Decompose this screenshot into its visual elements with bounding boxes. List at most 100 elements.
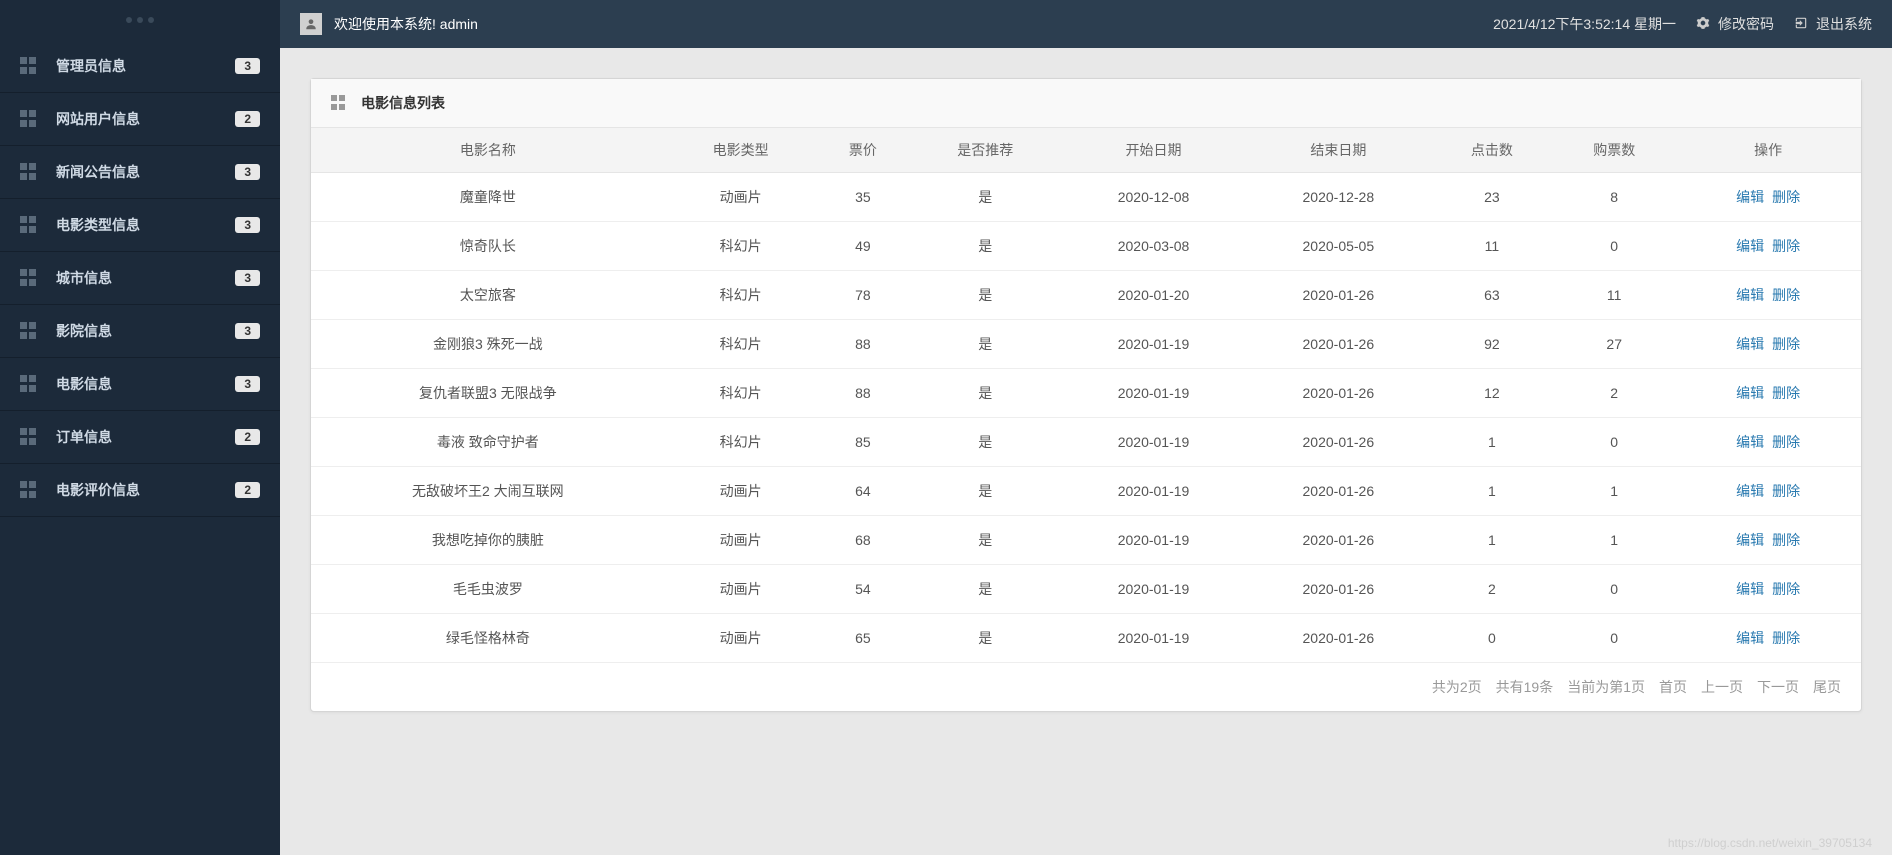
- delete-link[interactable]: 删除: [1772, 630, 1800, 646]
- cell: 2: [1553, 369, 1675, 418]
- delete-link[interactable]: 删除: [1772, 287, 1800, 303]
- cell: 0: [1553, 222, 1675, 271]
- cell: 1: [1553, 516, 1675, 565]
- sidebar-item-badge: 3: [235, 164, 260, 180]
- cell: 毒液 致命守护者: [311, 418, 665, 467]
- delete-link[interactable]: 删除: [1772, 532, 1800, 548]
- sidebar-item-badge: 3: [235, 217, 260, 233]
- main: 欢迎使用本系统! admin 2021/4/12下午3:52:14 星期一 修改…: [280, 0, 1892, 855]
- panel-title: 电影信息列表: [361, 93, 445, 113]
- cell: 2020-01-19: [1061, 467, 1246, 516]
- cell: 2020-01-19: [1061, 369, 1246, 418]
- cell: 2: [1431, 565, 1553, 614]
- cell: 0: [1553, 565, 1675, 614]
- delete-link[interactable]: 删除: [1772, 189, 1800, 205]
- table-row: 我想吃掉你的胰脏动画片68是2020-01-192020-01-2611编辑删除: [311, 516, 1861, 565]
- first-page-link[interactable]: 首页: [1659, 677, 1687, 697]
- action-cell: 编辑删除: [1675, 516, 1861, 565]
- cell: 是: [909, 418, 1061, 467]
- edit-link[interactable]: 编辑: [1736, 385, 1764, 401]
- grid-icon: [331, 95, 347, 111]
- total-items: 共有19条: [1496, 677, 1554, 697]
- sidebar-item-label: 电影信息: [56, 374, 235, 394]
- cell: 惊奇队长: [311, 222, 665, 271]
- table-row: 魔童降世动画片35是2020-12-082020-12-28238编辑删除: [311, 173, 1861, 222]
- column-header-8: 操作: [1675, 128, 1861, 173]
- edit-link[interactable]: 编辑: [1736, 336, 1764, 352]
- sidebar-item-label: 管理员信息: [56, 56, 235, 76]
- cell: 是: [909, 320, 1061, 369]
- logout-link[interactable]: 退出系统: [1794, 14, 1872, 34]
- header: 欢迎使用本系统! admin 2021/4/12下午3:52:14 星期一 修改…: [280, 0, 1892, 48]
- cell: 我想吃掉你的胰脏: [311, 516, 665, 565]
- column-header-0: 电影名称: [311, 128, 665, 173]
- sidebar-item-6[interactable]: 电影信息 3: [0, 358, 280, 411]
- sidebar-item-badge: 2: [235, 111, 260, 127]
- column-header-6: 点击数: [1431, 128, 1553, 173]
- edit-link[interactable]: 编辑: [1736, 238, 1764, 254]
- action-cell: 编辑删除: [1675, 222, 1861, 271]
- sidebar-item-7[interactable]: 订单信息 2: [0, 411, 280, 464]
- delete-link[interactable]: 删除: [1772, 238, 1800, 254]
- action-cell: 编辑删除: [1675, 467, 1861, 516]
- cell: 88: [817, 369, 910, 418]
- sidebar-item-label: 城市信息: [56, 268, 235, 288]
- cell: 动画片: [665, 467, 817, 516]
- cell: 27: [1553, 320, 1675, 369]
- cell: 是: [909, 565, 1061, 614]
- sidebar-item-3[interactable]: 电影类型信息 3: [0, 199, 280, 252]
- sidebar-item-4[interactable]: 城市信息 3: [0, 252, 280, 305]
- cell: 科幻片: [665, 222, 817, 271]
- grid-icon: [20, 481, 38, 499]
- sidebar: 管理员信息 3 网站用户信息 2 新闻公告信息 3 电影类型信息 3 城市信息 …: [0, 0, 280, 855]
- grid-icon: [20, 428, 38, 446]
- column-header-4: 开始日期: [1061, 128, 1246, 173]
- last-page-link[interactable]: 尾页: [1813, 677, 1841, 697]
- sidebar-item-badge: 3: [235, 323, 260, 339]
- sidebar-item-5[interactable]: 影院信息 3: [0, 305, 280, 358]
- table-row: 毒液 致命守护者科幻片85是2020-01-192020-01-2610编辑删除: [311, 418, 1861, 467]
- cell: 68: [817, 516, 910, 565]
- change-password-label: 修改密码: [1718, 14, 1774, 34]
- edit-link[interactable]: 编辑: [1736, 189, 1764, 205]
- cell: 是: [909, 467, 1061, 516]
- edit-link[interactable]: 编辑: [1736, 630, 1764, 646]
- cell: 0: [1553, 614, 1675, 663]
- delete-link[interactable]: 删除: [1772, 385, 1800, 401]
- edit-link[interactable]: 编辑: [1736, 532, 1764, 548]
- delete-link[interactable]: 删除: [1772, 336, 1800, 352]
- edit-link[interactable]: 编辑: [1736, 287, 1764, 303]
- delete-link[interactable]: 删除: [1772, 581, 1800, 597]
- column-header-2: 票价: [817, 128, 910, 173]
- cell: 是: [909, 222, 1061, 271]
- sidebar-item-label: 订单信息: [56, 427, 235, 447]
- prev-page-link[interactable]: 上一页: [1701, 677, 1743, 697]
- delete-link[interactable]: 删除: [1772, 434, 1800, 450]
- edit-link[interactable]: 编辑: [1736, 434, 1764, 450]
- sidebar-item-label: 新闻公告信息: [56, 162, 235, 182]
- sidebar-item-0[interactable]: 管理员信息 3: [0, 40, 280, 93]
- cell: 动画片: [665, 614, 817, 663]
- sidebar-item-1[interactable]: 网站用户信息 2: [0, 93, 280, 146]
- next-page-link[interactable]: 下一页: [1757, 677, 1799, 697]
- edit-link[interactable]: 编辑: [1736, 483, 1764, 499]
- cell: 1: [1553, 467, 1675, 516]
- sidebar-item-label: 网站用户信息: [56, 109, 235, 129]
- cell: 科幻片: [665, 418, 817, 467]
- cell: 35: [817, 173, 910, 222]
- sidebar-item-8[interactable]: 电影评价信息 2: [0, 464, 280, 517]
- table-row: 金刚狼3 殊死一战科幻片88是2020-01-192020-01-269227编…: [311, 320, 1861, 369]
- movie-table: 电影名称电影类型票价是否推荐开始日期结束日期点击数购票数操作 魔童降世动画片35…: [311, 128, 1861, 663]
- cell: 78: [817, 271, 910, 320]
- sidebar-item-2[interactable]: 新闻公告信息 3: [0, 146, 280, 199]
- edit-link[interactable]: 编辑: [1736, 581, 1764, 597]
- delete-link[interactable]: 删除: [1772, 483, 1800, 499]
- cell: 2020-01-19: [1061, 516, 1246, 565]
- cell: 2020-01-20: [1061, 271, 1246, 320]
- change-password-link[interactable]: 修改密码: [1696, 14, 1774, 34]
- cell: 科幻片: [665, 320, 817, 369]
- cell: 2020-12-28: [1246, 173, 1431, 222]
- watermark: https://blog.csdn.net/weixin_39705134: [1668, 836, 1872, 850]
- cell: 动画片: [665, 516, 817, 565]
- cell: 科幻片: [665, 369, 817, 418]
